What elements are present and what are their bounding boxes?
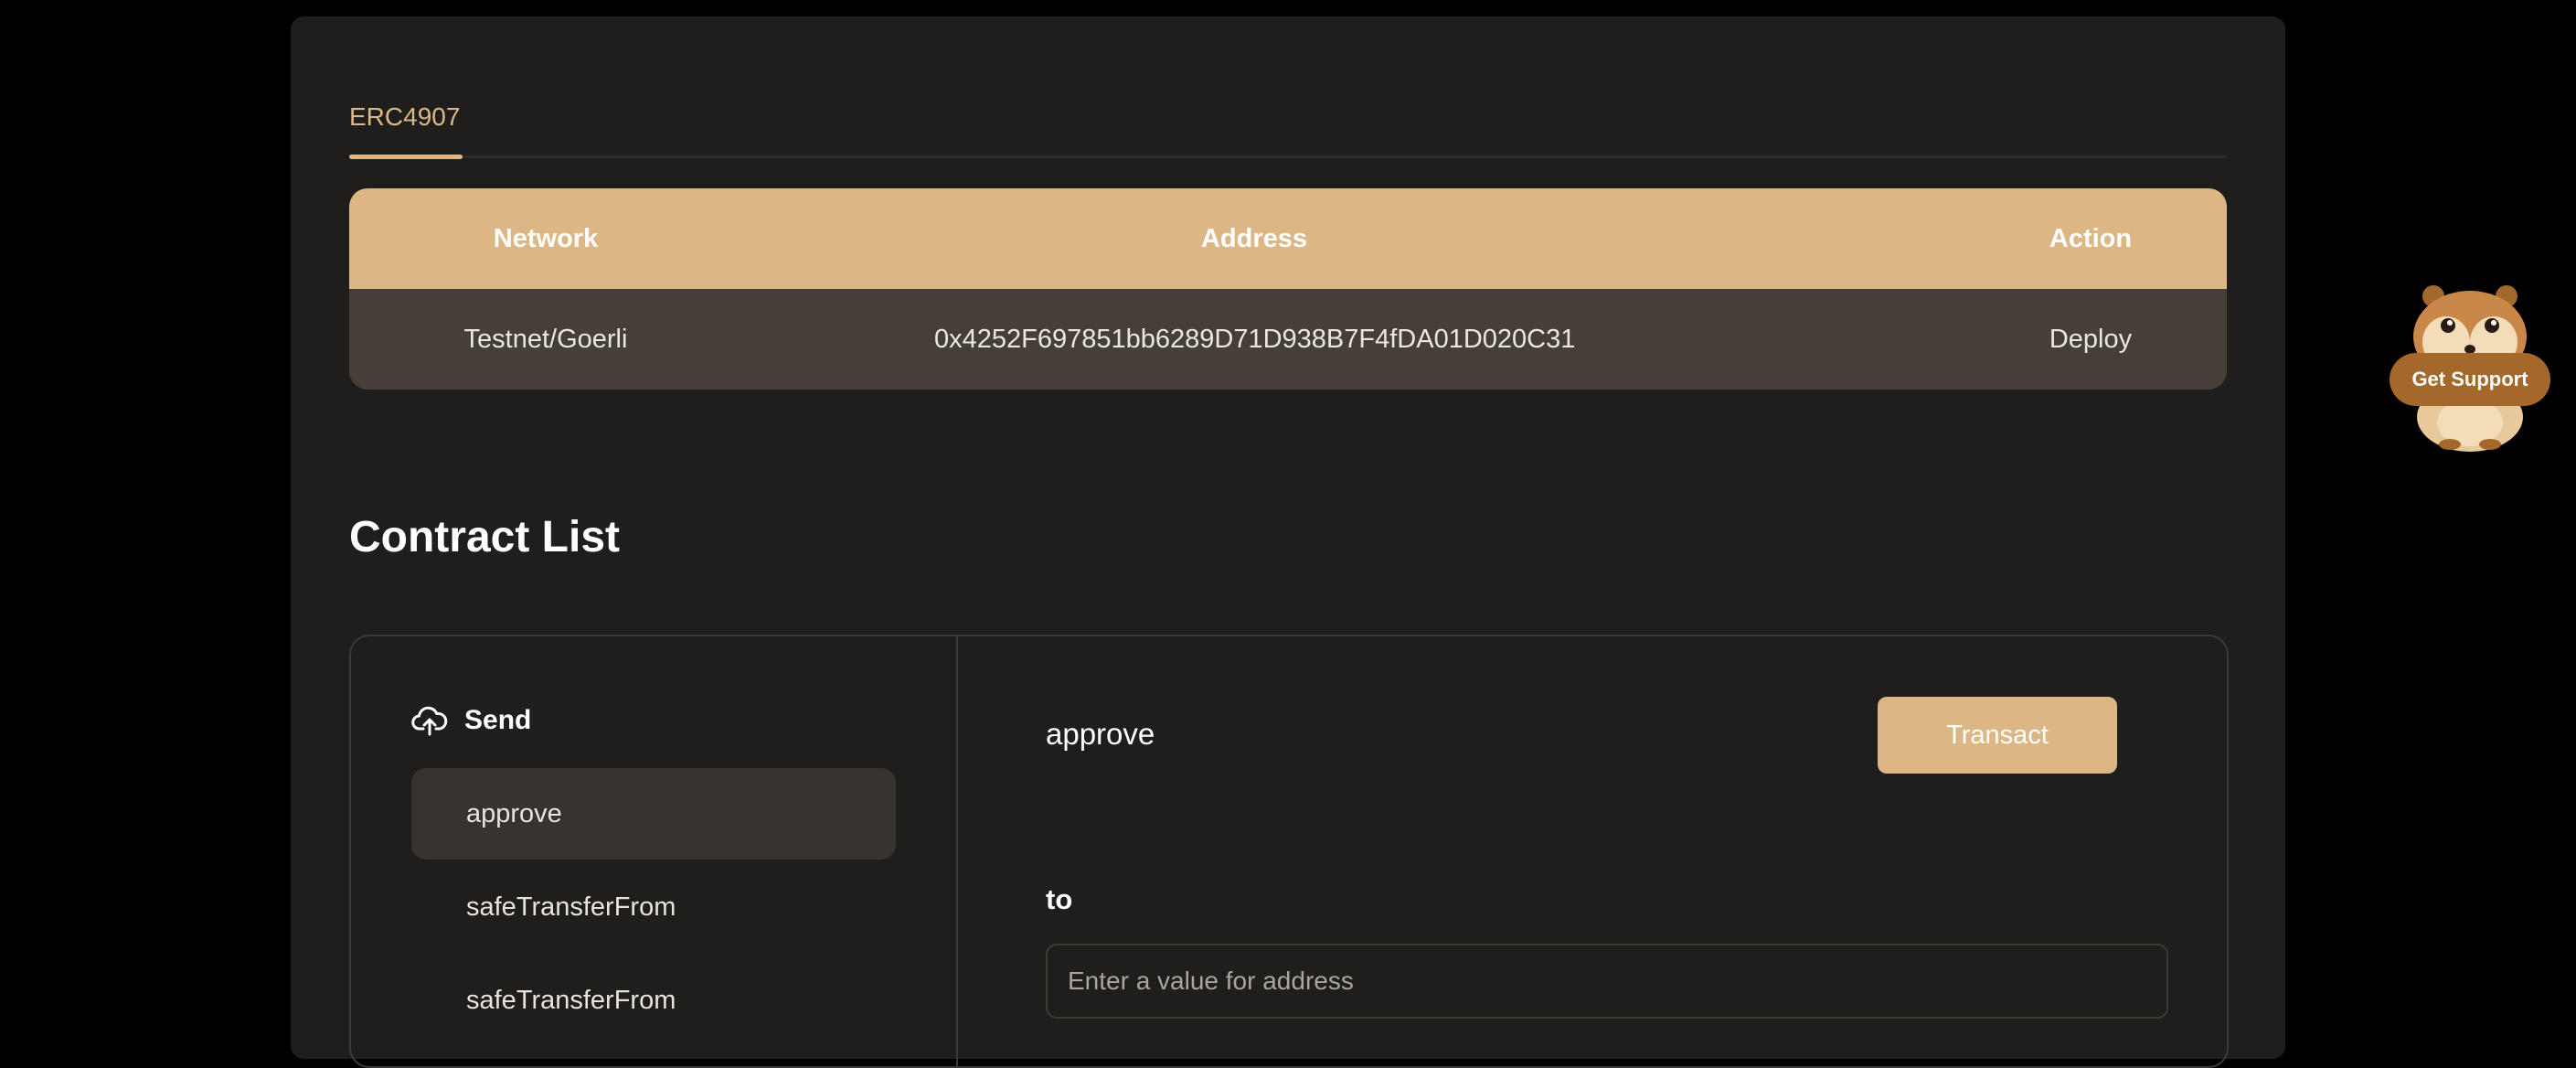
send-group-header: Send	[411, 702, 531, 739]
function-sidebar: Send approve safeTransferFrom safeTransf…	[351, 636, 958, 1066]
function-detail: approve Transact to	[958, 636, 2227, 1066]
table-row: Testnet/Goerli 0x4252F697851bb6289D71D93…	[349, 289, 2227, 390]
header-address: Address	[1200, 224, 1308, 253]
param-label-to: to	[1046, 883, 1073, 915]
cell-network: Testnet/Goerli	[463, 325, 628, 354]
tab-label: ERC4907	[349, 102, 461, 131]
contract-panel: Send approve safeTransferFrom safeTransf…	[349, 635, 2229, 1068]
table-header: Network Address Action	[349, 188, 2227, 289]
cell-address: 0x4252F697851bb6289D71D938B7F4fDA01D020C…	[934, 325, 1576, 354]
deploy-table: Network Address Action Testnet/Goerli 0x…	[349, 188, 2227, 390]
get-support-button[interactable]: Get Support	[2390, 353, 2550, 406]
tab-erc4907[interactable]: ERC4907	[349, 91, 463, 159]
deploy-link[interactable]: Deploy	[2004, 289, 2177, 390]
function-item-safetransferfrom-2[interactable]: safeTransferFrom	[411, 955, 896, 1046]
tab-bar: ERC4907	[349, 91, 2227, 159]
selected-function-name: approve	[1046, 717, 1155, 751]
cloud-upload-icon	[411, 706, 448, 736]
function-item-approve[interactable]: approve	[411, 768, 896, 860]
function-item-safetransferfrom[interactable]: safeTransferFrom	[411, 861, 896, 953]
send-label: Send	[464, 705, 532, 735]
tab-divider	[349, 155, 2227, 158]
header-network: Network	[493, 224, 599, 253]
tab-active-indicator	[349, 155, 463, 159]
header-action: Action	[2049, 224, 2133, 253]
transact-button[interactable]: Transact	[1878, 697, 2117, 774]
to-address-input[interactable]	[1046, 944, 2168, 1019]
contract-list-title: Contract List	[349, 513, 621, 561]
